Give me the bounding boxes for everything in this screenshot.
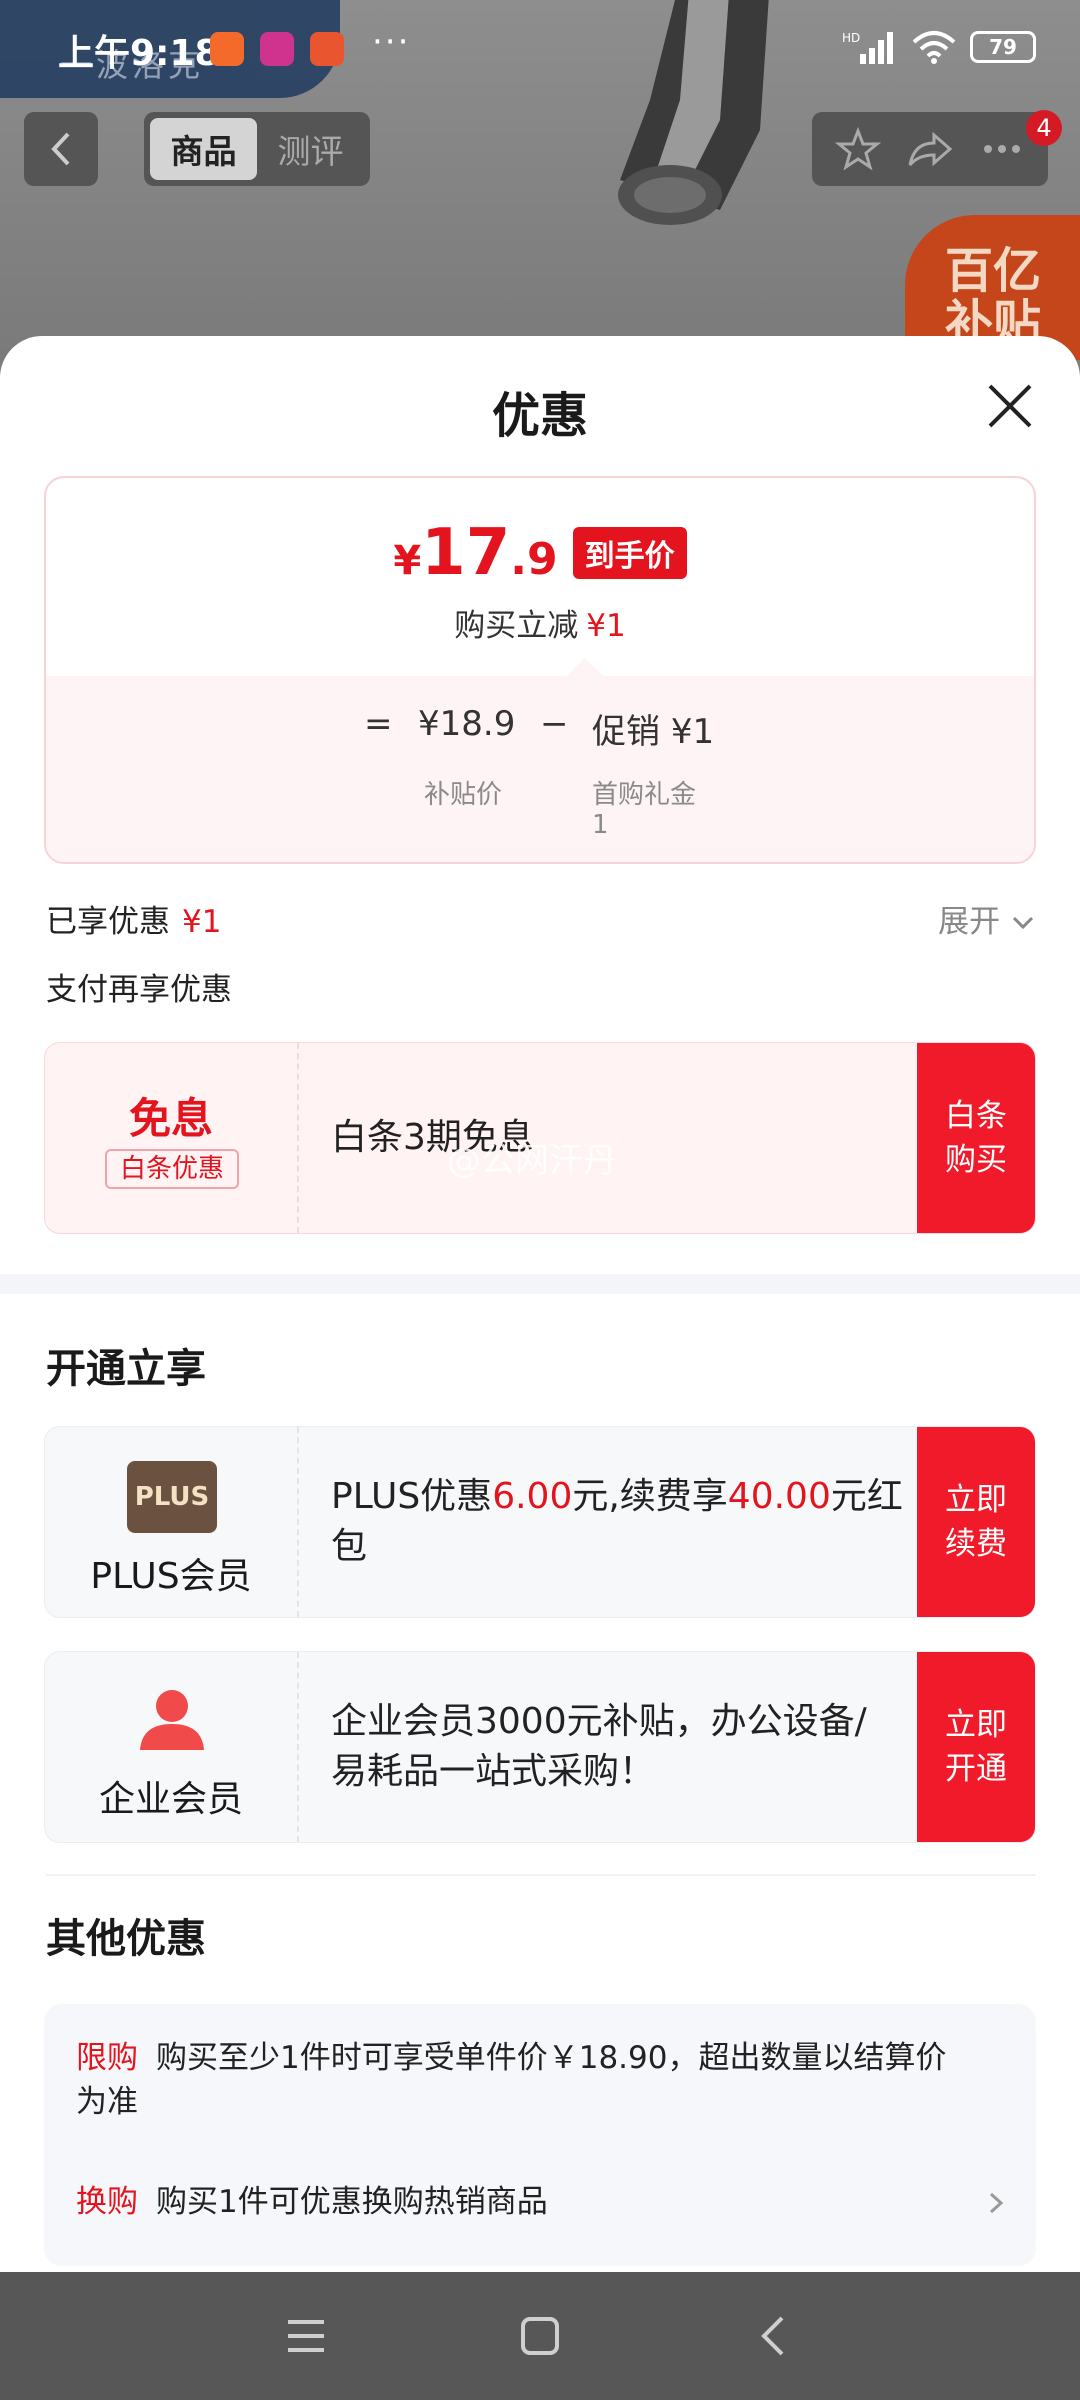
section-separator <box>46 1874 1036 1876</box>
formula-minus: − <box>540 704 569 744</box>
status-bar: 上午9:18 ··· HD 79 <box>0 0 1080 98</box>
enjoyed-value: ¥1 <box>182 904 222 940</box>
plus-renew-button[interactable]: 立即续费 <box>917 1427 1035 1617</box>
product-tabs: 商品 测评 <box>144 112 370 186</box>
taobao-app-icon <box>310 32 344 66</box>
more-notifications-icon: ··· <box>372 22 411 62</box>
baitiao-coupon: 免息 白条优惠 白条3期免息 @公网汗丹 白条购买 <box>44 1042 1036 1234</box>
enterprise-open-button[interactable]: 立即开通 <box>917 1652 1035 1842</box>
sheet-title: 优惠 <box>491 388 588 444</box>
enjoyed-discount: 已享优惠 ¥1 <box>46 896 221 941</box>
discount-sheet: 优惠 ¥17.9 到手价 购买立减¥1 = ¥18.9 − 促销 ¥1 补贴价 <box>0 336 1080 2272</box>
price-formula-section: = ¥18.9 − 促销 ¥1 补贴价 首购礼金 1 <box>46 676 1034 862</box>
promo-label: 促销 <box>592 712 660 752</box>
back-button[interactable] <box>24 112 98 186</box>
menu-icon[interactable] <box>284 2314 328 2358</box>
instant-reduction: 购买立减 ¥1 <box>46 600 1034 645</box>
baitiao-badge-area: 免息 白条优惠 <box>45 1043 299 1233</box>
promo-discount: 促销 ¥1 <box>592 704 714 753</box>
promo-value: ¥1 <box>670 712 715 752</box>
formula-equals: = <box>364 704 393 744</box>
signal-hd-label: HD <box>842 31 860 45</box>
final-price-section: ¥17.9 到手价 购买立减 ¥1 <box>46 478 1034 676</box>
open-section-title: 开通立享 <box>46 1346 206 1392</box>
baitiao-description: 白条3期免息 <box>331 1043 941 1233</box>
interest-free-title: 免息 <box>128 1094 213 1143</box>
plus-badge-area: PLUS PLUS会员 <box>45 1427 299 1617</box>
reduction-value: ¥1 <box>586 608 626 644</box>
expand-button[interactable]: 展开 <box>938 896 1036 941</box>
price-decimal: .9 <box>510 534 558 585</box>
final-price-row: ¥17.9 到手价 <box>46 516 1034 590</box>
final-price-tag: 到手价 <box>572 527 687 579</box>
signal-icon: HD <box>842 31 893 64</box>
other-section-title: 其他优惠 <box>46 1916 206 1962</box>
enterprise-badge-area: 企业会员 <box>45 1652 299 1842</box>
promo-detail-label: 首购礼金 <box>592 780 697 810</box>
purchase-limit-text: 购买至少1件时可享受单件价￥18.90，超出数量以结算价为准 <box>76 2040 947 2120</box>
other-discounts-card: 限购 购买至少1件时可享受单件价￥18.90，超出数量以结算价为准 换购 购买1件可… <box>44 2004 1036 2266</box>
baitiao-tag: 白条优惠 <box>105 1149 239 1189</box>
back-nav-icon[interactable] <box>752 2314 796 2358</box>
tab-review[interactable]: 测评 <box>257 118 364 180</box>
subsidy-badge-line1: 百亿 <box>945 243 1042 299</box>
plus-logo-icon: PLUS <box>127 1461 217 1533</box>
battery-icon: 79 <box>970 31 1036 63</box>
top-actions <box>812 112 1048 186</box>
plus-description: PLUS优惠6.00元,续费享40.00元红包 <box>331 1427 941 1617</box>
status-time: 上午9:18 <box>58 33 220 74</box>
price-breakdown-card: ¥17.9 到手价 购买立减 ¥1 = ¥18.9 − 促销 ¥1 补贴价 首购礼… <box>44 476 1036 864</box>
notification-app-icon <box>260 32 294 66</box>
chevron-down-icon <box>1012 916 1034 930</box>
pay-more-discount-label: 支付再享优惠 <box>46 972 232 1008</box>
exchange-tag: 换购 <box>76 2184 138 2220</box>
system-navigation-bar <box>0 2272 1080 2400</box>
share-icon[interactable] <box>906 125 954 173</box>
star-favorite-icon[interactable] <box>834 125 882 173</box>
more-icon[interactable] <box>978 125 1026 173</box>
subsidy-price-value: ¥18.9 <box>418 704 516 744</box>
watermark: @公网汗丹 <box>447 1141 617 1181</box>
exchange-text: 购买1件可优惠换购热销商品 <box>156 2184 548 2220</box>
plus-member-card: PLUS PLUS会员 PLUS优惠6.00元,续费享40.00元红包 立即续费 <box>44 1426 1036 1618</box>
price-currency: ¥ <box>393 538 422 584</box>
plus-desc-part1: PLUS优惠 <box>331 1476 493 1517</box>
enterprise-desc-text: 企业会员3000元补贴，办公设备/易耗品一站式采购！ <box>331 1701 867 1792</box>
enterprise-user-icon <box>140 1690 204 1750</box>
purchase-limit-tag: 限购 <box>76 2040 138 2076</box>
wifi-icon <box>912 31 956 64</box>
reduction-label: 购买立减 <box>454 608 579 644</box>
plus-desc-amount2: 40.00 <box>727 1476 831 1517</box>
enterprise-member-card: 企业会员 企业会员3000元补贴，办公设备/易耗品一站式采购！ 立即开通 <box>44 1651 1036 1843</box>
notification-app-icon <box>210 32 244 66</box>
home-icon[interactable] <box>518 2314 562 2358</box>
enjoyed-label: 已享优惠 <box>46 904 170 940</box>
status-right-group: HD 79 <box>842 30 1036 64</box>
close-icon[interactable] <box>986 382 1034 430</box>
section-divider <box>0 1274 1080 1294</box>
tab-product[interactable]: 商品 <box>150 118 257 180</box>
enterprise-member-name: 企业会员 <box>98 1779 243 1820</box>
price-integer: 17 <box>421 516 511 590</box>
plus-desc-part2: 元,续费享 <box>572 1476 728 1517</box>
subsidy-price-label: 补贴价 <box>424 780 503 810</box>
plus-member-name: PLUS会员 <box>90 1556 252 1597</box>
promo-detail-value: 1 <box>592 810 609 840</box>
purchase-limit-row: 限购 购买至少1件时可享受单件价￥18.90，超出数量以结算价为准 <box>76 2036 976 2124</box>
baitiao-buy-button[interactable]: 白条购买 <box>917 1043 1035 1233</box>
enterprise-description: 企业会员3000元补贴，办公设备/易耗品一站式采购！ <box>331 1652 941 1842</box>
exchange-purchase-row[interactable]: 换购 购买1件可优惠换购热销商品 <box>76 2180 1006 2224</box>
expand-label: 展开 <box>938 904 1001 940</box>
chevron-left-icon <box>51 132 70 166</box>
chevron-right-icon <box>989 2192 1004 2214</box>
plus-desc-amount1: 6.00 <box>492 1476 573 1517</box>
message-count-badge: 4 <box>1026 110 1062 146</box>
final-price: ¥17.9 <box>393 516 557 590</box>
